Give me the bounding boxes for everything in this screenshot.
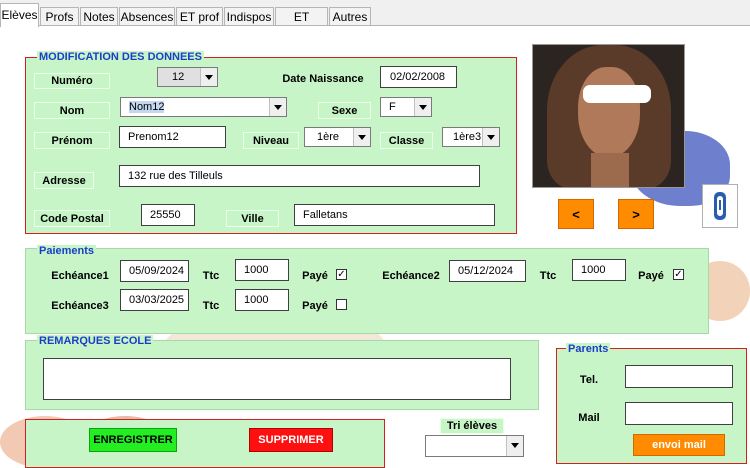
ttc2-label: Ttc (539, 270, 557, 282)
adresse-label: Adresse (34, 172, 94, 189)
chevron-down-icon[interactable] (482, 128, 499, 146)
mail-label: Mail (578, 412, 600, 424)
numero-value: 12 (172, 71, 185, 83)
paye1-label: Payé (302, 270, 328, 282)
tri-eleves-label: Tri élèves (440, 418, 504, 434)
tab-indispos[interactable]: Indispos (224, 7, 274, 26)
chevron-down-icon[interactable] (353, 128, 370, 146)
sexe-value: F (389, 101, 396, 113)
echeance1-label: Echéance1 (51, 270, 109, 282)
paye2-checkbox[interactable]: ✓ (673, 269, 684, 280)
niveau-value: 1ère (317, 131, 340, 143)
prenom-label: Prénom (34, 132, 110, 149)
ttc3-field[interactable]: 1000 (235, 289, 289, 311)
nom-select[interactable]: Nom12 (120, 97, 287, 117)
paiements-legend: Paiements (37, 245, 97, 258)
form-area: MODIFICATION DES DONNEES Numéro 12 Date … (0, 25, 750, 468)
chevron-down-icon[interactable] (414, 98, 431, 116)
nom-label: Nom (34, 102, 110, 119)
ttc1-field[interactable]: 1000 (235, 259, 289, 281)
check-icon: ✓ (337, 269, 346, 280)
tab-autres[interactable]: Autres (329, 7, 371, 26)
classe-value: 1ère3 (453, 131, 482, 143)
adresse-field[interactable]: 132 rue des Tilleuls (119, 165, 480, 187)
numero-label: Numéro (34, 73, 110, 89)
ttc1-label: Ttc (202, 270, 220, 282)
chevron-down-icon[interactable] (506, 436, 523, 456)
tab-et-prof[interactable]: ET prof (176, 7, 223, 26)
tel-label: Tel. (579, 374, 599, 386)
nom-value: Nom12 (129, 101, 165, 113)
classe-label: Classe (380, 132, 433, 149)
chevron-down-icon[interactable] (269, 98, 286, 116)
check-icon: ✓ (674, 269, 683, 280)
tri-eleves-select[interactable] (425, 435, 524, 457)
echeance3-field[interactable]: 03/03/2025 (120, 289, 189, 311)
date-naissance-label: Date Naissance (282, 73, 364, 85)
numero-select[interactable]: 12 (157, 67, 218, 87)
modification-legend: MODIFICATION DES DONNEES (37, 51, 204, 64)
privacy-mask (583, 85, 651, 103)
echeance2-label: Echéance2 (382, 270, 440, 282)
prenom-field[interactable]: Prenom12 (119, 126, 226, 148)
student-photo (532, 44, 685, 188)
tab-eleves[interactable]: Elèves (0, 3, 39, 27)
tab-absences[interactable]: Absences (119, 7, 175, 26)
code-postal-label: Code Postal (34, 210, 110, 227)
remarques-textarea[interactable] (43, 358, 511, 400)
tab-profs[interactable]: Profs (40, 7, 79, 26)
tab-notes[interactable]: Notes (80, 7, 118, 26)
previous-button[interactable]: < (558, 199, 594, 229)
sexe-select[interactable]: F (380, 97, 432, 117)
parents-legend: Parents (566, 343, 611, 356)
supprimer-button[interactable]: SUPPRIMER (249, 428, 333, 452)
envoi-mail-button[interactable]: envoi mail (633, 434, 725, 456)
echeance3-label: Echéance3 (51, 300, 109, 312)
ville-label: Ville (226, 210, 279, 227)
paye2-label: Payé (638, 270, 664, 282)
date-naissance-field[interactable]: 02/02/2008 (380, 66, 457, 88)
enregistrer-button[interactable]: ENREGISTRER (89, 428, 177, 452)
next-button[interactable]: > (618, 199, 654, 229)
code-postal-field[interactable]: 25550 (141, 204, 195, 226)
ville-field[interactable]: Falletans (294, 204, 495, 226)
tab-et-classe[interactable]: ET classe (275, 7, 328, 42)
paye3-label: Payé (302, 300, 328, 312)
door-exit-icon (714, 192, 726, 220)
echeance2-field[interactable]: 05/12/2024 (449, 260, 526, 282)
sexe-label: Sexe (318, 102, 371, 119)
ttc3-label: Ttc (202, 300, 220, 312)
exit-button[interactable] (702, 184, 738, 228)
classe-select[interactable]: 1ère3 (442, 127, 500, 147)
tri-eleves-value (426, 436, 506, 456)
paye3-checkbox[interactable] (336, 299, 347, 310)
niveau-label: Niveau (243, 132, 299, 149)
paye1-checkbox[interactable]: ✓ (336, 269, 347, 280)
tel-field[interactable] (625, 365, 733, 388)
chevron-down-icon[interactable] (200, 68, 217, 86)
echeance1-field[interactable]: 05/09/2024 (120, 260, 189, 282)
tab-strip: Elèves Profs Notes Absences ET prof Indi… (0, 0, 750, 42)
ttc2-field[interactable]: 1000 (572, 259, 626, 281)
mail-field[interactable] (625, 402, 733, 425)
niveau-select[interactable]: 1ère (304, 127, 371, 147)
remarques-legend: REMARQUES ECOLE (37, 335, 154, 348)
